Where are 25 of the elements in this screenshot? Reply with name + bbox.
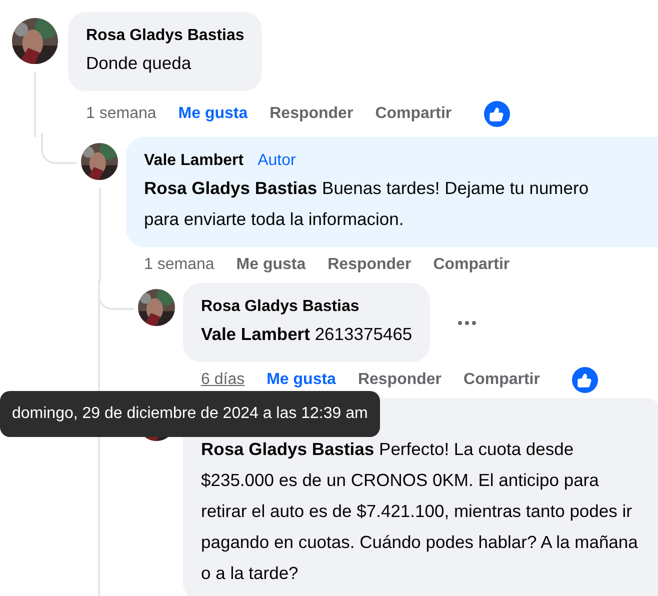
share-button[interactable]: Compartir [375, 102, 452, 126]
author-name[interactable]: Vale Lambert [144, 149, 244, 173]
like-button[interactable]: Me gusta [236, 253, 306, 277]
like-button[interactable]: Me gusta [178, 102, 248, 126]
author-label: Autor [258, 151, 296, 171]
timestamp-link[interactable]: 1 semana [86, 102, 156, 126]
author-name[interactable]: Rosa Gladys Bastias [201, 295, 360, 319]
timestamp-link[interactable]: 6 días [201, 368, 245, 392]
comment-text: Donde queda [86, 52, 192, 75]
comment-text: Vale Lambert 2613375465 [201, 323, 412, 346]
reply-button[interactable]: Responder [358, 368, 442, 392]
like-reaction-icon[interactable] [484, 101, 510, 127]
comment-text: Rosa Gladys Bastias Perfecto! La cuota desde $235.000 es de un CRONOS 0KM. El anticipo para retirar el auto es de $7.421.100, mientras tanto podes ir pagando en cuotas. Cuándo podes hablar? A la mañana o a la tarde? [201, 438, 639, 585]
like-button[interactable]: Me gusta [266, 368, 336, 392]
thread-connector [98, 279, 134, 310]
like-reaction-icon[interactable] [572, 367, 598, 393]
date-tooltip: domingo, 29 de diciembre de 2024 a las 12:39 am [0, 391, 380, 437]
comment-text: Rosa Gladys Bastias Buenas tardes! Dejame tu numero para enviarte toda la informacion. [144, 177, 590, 231]
reply-button[interactable]: Responder [328, 253, 412, 277]
author-name[interactable]: Rosa Gladys Bastias [86, 24, 244, 48]
reply-button[interactable]: Responder [270, 102, 354, 126]
thread-connector [41, 133, 77, 164]
share-button[interactable]: Compartir [433, 253, 510, 277]
timestamp-link[interactable]: 1 semana [144, 253, 214, 277]
share-button[interactable]: Compartir [464, 368, 540, 392]
